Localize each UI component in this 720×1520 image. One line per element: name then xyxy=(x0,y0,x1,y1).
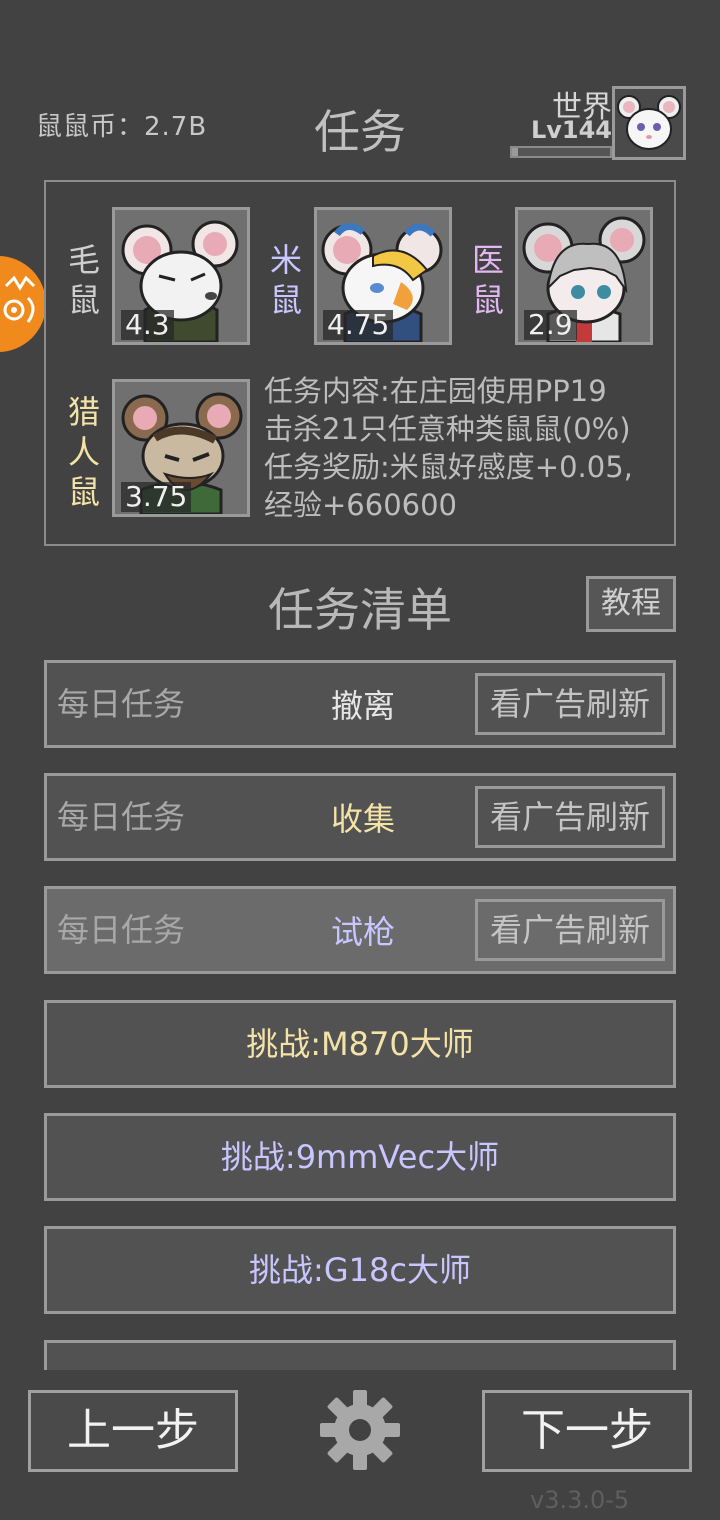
tutorial-button[interactable]: 教程 xyxy=(586,576,676,632)
challenge-label: 挑战:G18c大师 xyxy=(249,1251,471,1289)
challenge-row-partial[interactable] xyxy=(44,1340,676,1370)
ad-refresh-button[interactable]: 看广告刷新 xyxy=(475,786,665,848)
task-content-line-1: 任务内容:在庄园使用PP19 xyxy=(264,374,607,408)
daily-task-row-selected[interactable]: 每日任务 试枪 看广告刷新 xyxy=(44,886,676,974)
level-progress-bar xyxy=(510,146,612,158)
challenge-row[interactable]: 挑战:M870大师 xyxy=(44,1000,676,1088)
challenge-row[interactable]: 挑战:G18c大师 xyxy=(44,1226,676,1314)
character-name-lierenshu: 猎人鼠 xyxy=(67,393,100,511)
portrait-maoshu[interactable]: 4.3 xyxy=(112,207,250,345)
ad-refresh-button[interactable]: 看广告刷新 xyxy=(475,673,665,735)
portrait-mishu[interactable]: 4.75 xyxy=(314,207,452,345)
task-reward-line-1: 任务奖励:米鼠好感度+0.05, xyxy=(264,450,633,484)
rating-maoshu: 4.3 xyxy=(121,310,174,340)
daily-task-row[interactable]: 每日任务 撤离 看广告刷新 xyxy=(44,660,676,748)
task-content-line-2: 击杀21只任意种类鼠鼠(0%) xyxy=(264,412,631,446)
daily-task-row[interactable]: 每日任务 收集 看广告刷新 xyxy=(44,773,676,861)
side-menu-icon[interactable] xyxy=(0,256,46,352)
rating-lierenshu: 3.75 xyxy=(121,482,192,512)
task-details: 任务内容:在庄园使用PP19 击杀21只任意种类鼠鼠(0%) 任务奖励:米鼠好感… xyxy=(264,372,674,524)
challenge-row[interactable]: 挑战:9mmVec大师 xyxy=(44,1113,676,1201)
rating-yishu: 2.9 xyxy=(524,310,577,340)
task-reward-line-2: 经验+660600 xyxy=(264,488,458,522)
settings-gear-icon[interactable] xyxy=(318,1388,402,1472)
character-name-maoshu: 毛鼠 xyxy=(67,241,100,319)
challenge-label: 挑战:9mmVec大师 xyxy=(220,1138,500,1176)
portrait-lierenshu[interactable]: 3.75 xyxy=(112,379,250,517)
prev-step-button[interactable]: 上一步 xyxy=(28,1390,238,1472)
next-step-button[interactable]: 下一步 xyxy=(482,1390,692,1472)
player-avatar[interactable] xyxy=(612,86,686,160)
ad-refresh-button[interactable]: 看广告刷新 xyxy=(475,899,665,961)
portrait-yishu[interactable]: 2.9 xyxy=(515,207,653,345)
challenge-label: 挑战:M870大师 xyxy=(246,1025,474,1063)
player-level: Lv144 xyxy=(530,116,612,144)
rating-mishu: 4.75 xyxy=(323,310,394,340)
version-label: v3.3.0-5 xyxy=(530,1486,630,1514)
character-name-yishu: 医鼠 xyxy=(471,241,504,319)
character-name-mishu: 米鼠 xyxy=(269,241,302,319)
